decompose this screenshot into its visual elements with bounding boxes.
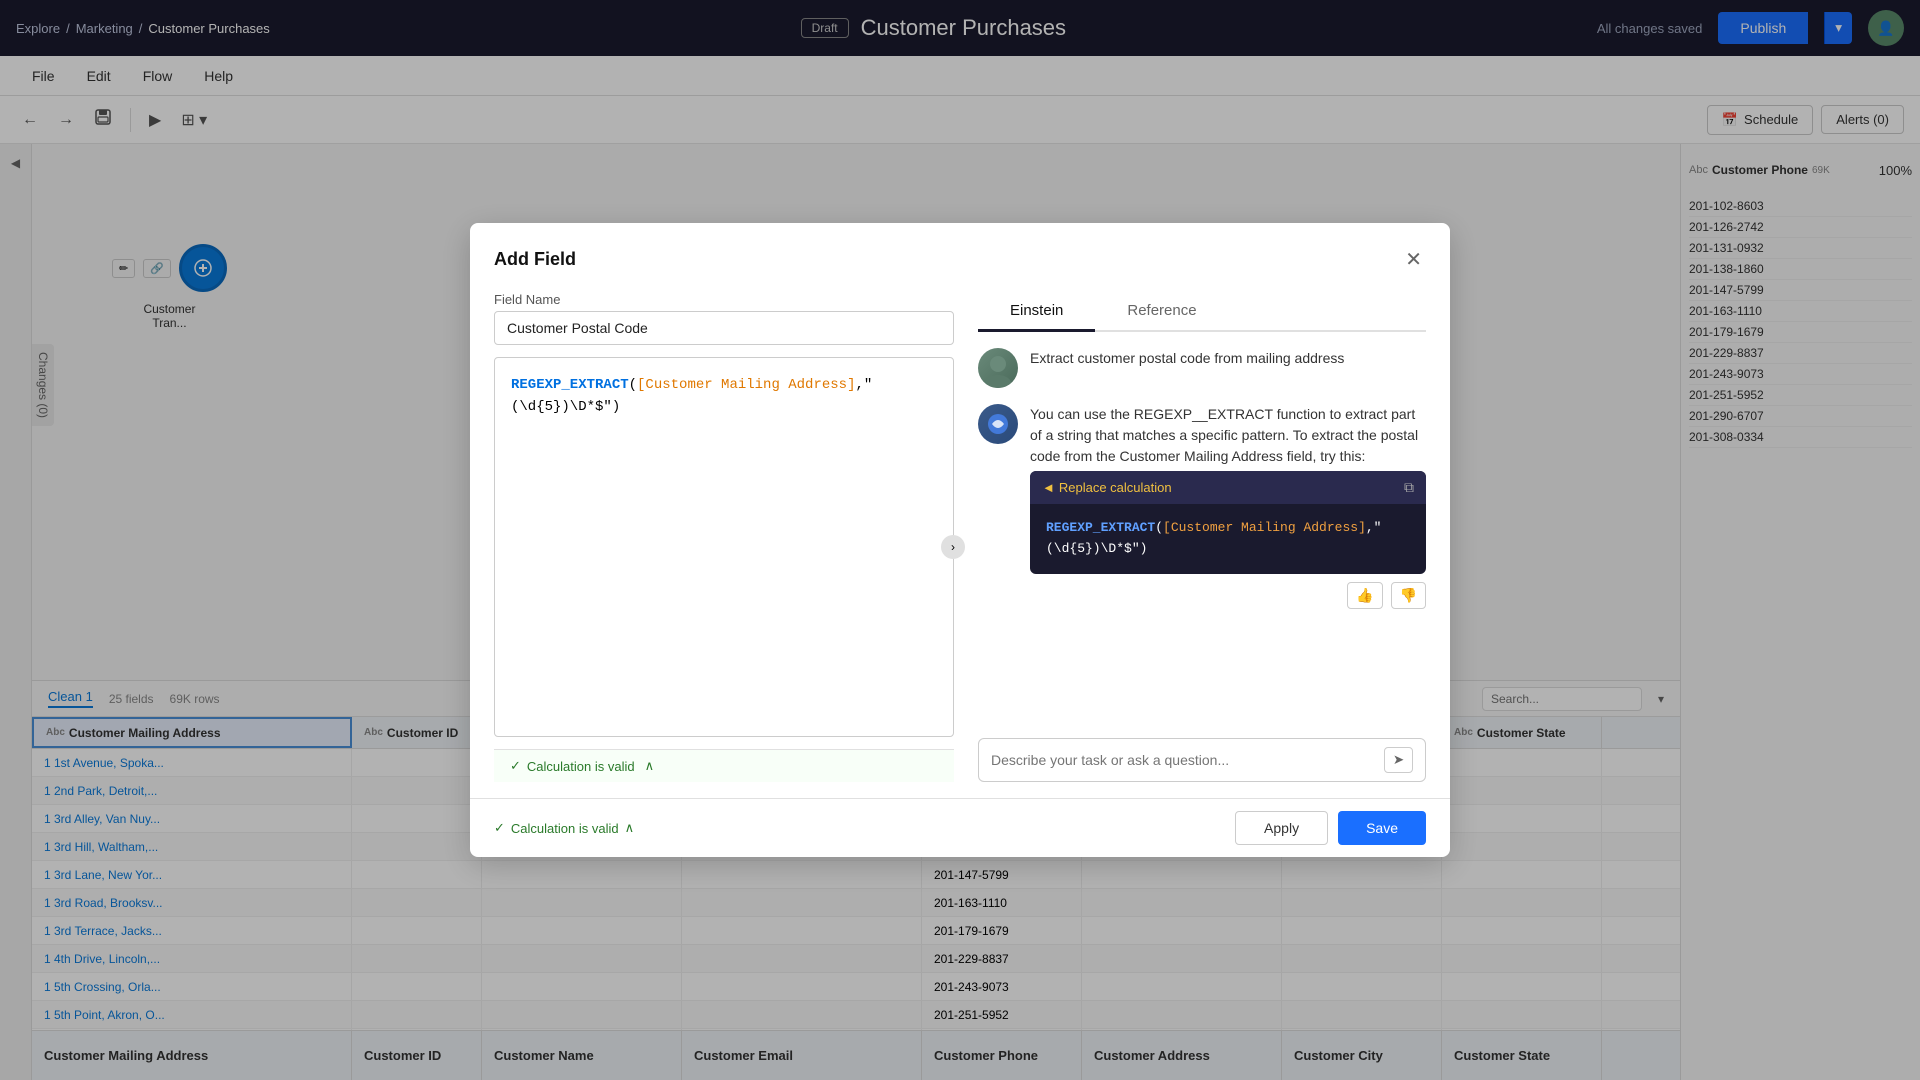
user-suggestion-text: Extract customer postal code from mailin…	[1030, 348, 1426, 369]
code-editor[interactable]: REGEXP_EXTRACT([Customer Mailing Address…	[494, 357, 954, 737]
code-suggestion-body: REGEXP_EXTRACT([Customer Mailing Address…	[1030, 504, 1426, 574]
field-name-label: Field Name	[494, 292, 954, 307]
triangle-icon: ◄	[1042, 480, 1055, 495]
ai-explanation-text: You can use the REGEXP__EXTRACT function…	[1030, 404, 1426, 467]
add-field-modal: Add Field ✕ Field Name REGEXP_EXTRACT([C…	[470, 223, 1450, 857]
chat-input[interactable]	[991, 752, 1376, 768]
replace-calc-label: Replace calculation	[1059, 480, 1172, 495]
chat-input-row: ➤	[978, 738, 1426, 782]
modal-body: Field Name REGEXP_EXTRACT([Customer Mail…	[470, 276, 1450, 798]
field-name-input[interactable]	[494, 311, 954, 345]
ai-avatar	[978, 404, 1018, 444]
validation-bar: ✓ Calculation is valid ∧	[494, 749, 954, 782]
user-avatar	[978, 348, 1018, 388]
valid-indicator: ✓ Calculation is valid ∧	[494, 820, 634, 836]
expand-panel-button[interactable]: ›	[941, 535, 965, 559]
chat-send-button[interactable]: ➤	[1384, 747, 1413, 773]
copy-button[interactable]: ⧉	[1404, 479, 1414, 496]
suggestion-field: [Customer Mailing Address]	[1163, 520, 1366, 535]
chevron-up-footer-icon[interactable]: ∧	[625, 820, 635, 836]
modal-footer: ✓ Calculation is valid ∧ Apply Save	[470, 798, 1450, 857]
chevron-up-icon[interactable]: ∧	[645, 758, 655, 774]
checkmark-icon: ✓	[494, 820, 505, 836]
save-button[interactable]: Save	[1338, 811, 1426, 845]
validation-text: Calculation is valid	[527, 759, 635, 774]
thumbs-up-button[interactable]: 👍	[1347, 582, 1382, 609]
validation-icon: ✓	[510, 758, 521, 774]
footer-actions: Apply Save	[1235, 811, 1426, 845]
tab-reference[interactable]: Reference	[1095, 292, 1228, 332]
modal-header: Add Field ✕	[470, 223, 1450, 276]
thumbs-down-button[interactable]: 👎	[1391, 582, 1426, 609]
modal-tabs: Einstein Reference	[978, 292, 1426, 332]
modal-close-button[interactable]: ✕	[1401, 243, 1426, 276]
field-name-group: Field Name	[494, 292, 954, 345]
apply-button[interactable]: Apply	[1235, 811, 1328, 845]
suggestion-row-ai: You can use the REGEXP__EXTRACT function…	[978, 404, 1426, 609]
suggestion-row-human: Extract customer postal code from mailin…	[978, 348, 1426, 388]
modal-left: Field Name REGEXP_EXTRACT([Customer Mail…	[494, 292, 954, 782]
einstein-content: Extract customer postal code from mailin…	[978, 348, 1426, 782]
code-suggestion-header: ◄ Replace calculation ⧉	[1030, 471, 1426, 504]
code-suggestion-box: ◄ Replace calculation ⧉ REGEXP_EXTRACT([…	[1030, 471, 1426, 574]
modal-overlay: Add Field ✕ Field Name REGEXP_EXTRACT([C…	[0, 0, 1920, 1080]
code-function: REGEXP_EXTRACT	[511, 377, 629, 393]
replace-calculation-button[interactable]: ◄ Replace calculation	[1042, 480, 1172, 495]
modal-right: Einstein Reference Extract customer post…	[978, 292, 1426, 782]
tab-einstein[interactable]: Einstein	[978, 292, 1095, 332]
suggestion-func: REGEXP_EXTRACT	[1046, 520, 1155, 535]
feedback-row: 👍 👎	[1030, 582, 1426, 609]
validation-footer-text: Calculation is valid	[511, 821, 619, 836]
modal-title: Add Field	[494, 249, 576, 270]
